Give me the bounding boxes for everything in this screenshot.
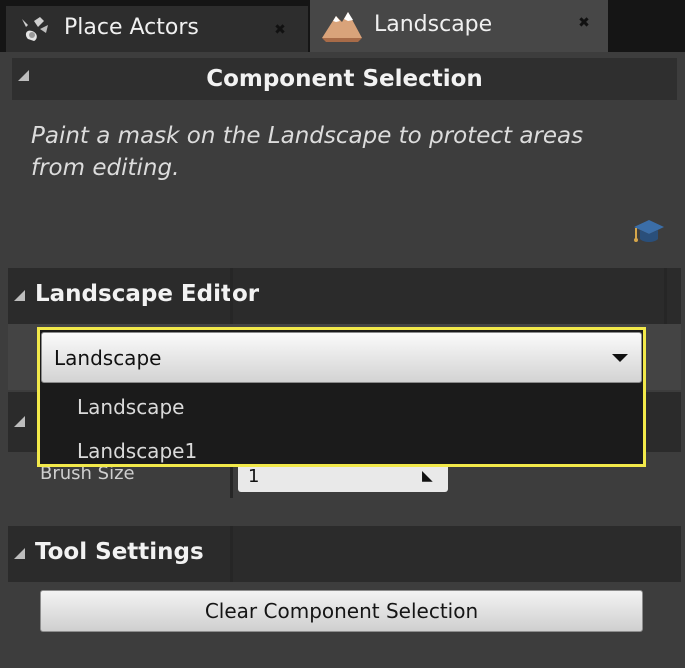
component-selection-title: Component Selection xyxy=(206,66,483,92)
tab-place-actors[interactable]: Place Actors ✖ xyxy=(6,6,308,52)
landscape-mountain-icon xyxy=(320,8,364,48)
close-icon[interactable]: ✖ xyxy=(273,23,287,37)
tab-label: Place Actors xyxy=(64,15,199,40)
tab-landscape[interactable]: Landscape ✖ xyxy=(310,0,608,52)
place-actors-icon xyxy=(18,13,52,51)
column-divider xyxy=(664,268,667,324)
column-divider xyxy=(230,526,233,582)
tool-settings-title: Tool Settings xyxy=(35,539,204,565)
landscape-editor-title: Landscape Editor xyxy=(35,281,260,307)
collapse-arrow-icon[interactable] xyxy=(14,548,25,559)
dropdown-option-landscape1[interactable]: Landscape1 xyxy=(77,439,197,463)
section-gap xyxy=(0,498,685,524)
chevron-down-icon[interactable] xyxy=(612,354,628,362)
component-selection-header[interactable]: Component Selection xyxy=(12,58,677,100)
collapse-arrow-icon[interactable] xyxy=(14,290,25,301)
brush-size-value: 1 xyxy=(248,466,260,487)
dropdown-option-landscape[interactable]: Landscape xyxy=(77,395,184,419)
tool-description: Paint a mask on the Landscape to protect… xyxy=(31,123,584,181)
landscape-select[interactable]: Landscape xyxy=(41,332,642,383)
tutorial-cap-icon[interactable] xyxy=(632,217,666,251)
resize-corner-icon[interactable]: ◣ xyxy=(422,468,433,484)
clear-component-selection-button[interactable]: Clear Component Selection xyxy=(40,590,643,632)
collapse-arrow-icon[interactable] xyxy=(14,416,25,427)
tab-label: Landscape xyxy=(374,12,493,37)
selected-landscape: Landscape xyxy=(54,346,162,370)
column-divider xyxy=(230,268,233,324)
close-icon[interactable]: ✖ xyxy=(577,16,591,30)
